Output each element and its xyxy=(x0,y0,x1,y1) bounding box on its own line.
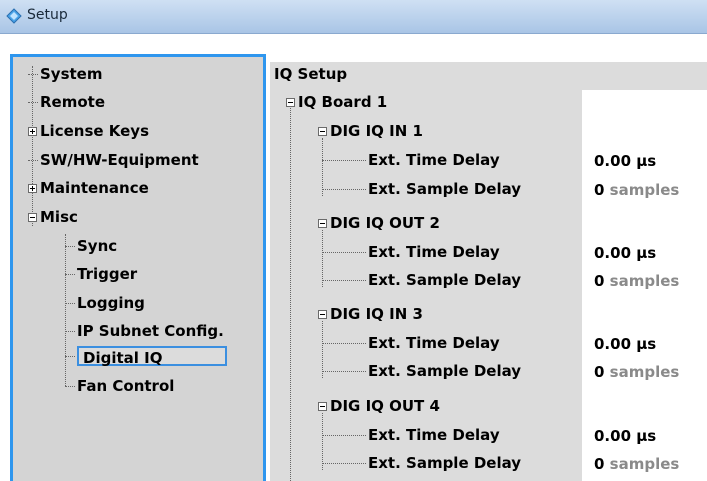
tree-node-label: DIG IQ OUT 2 xyxy=(330,214,440,232)
param-label: Ext. Sample Delay xyxy=(368,180,522,198)
sidebar-item-sw-hw-equipment[interactable]: SW/HW-Equipment xyxy=(28,148,199,172)
setup-icon xyxy=(6,8,22,24)
sidebar-item-label: Misc xyxy=(40,208,78,226)
param-row[interactable]: Ext. Time Delay xyxy=(322,423,500,447)
collapse-minus-icon[interactable] xyxy=(318,126,327,136)
sidebar-item-label: Digital IQ xyxy=(77,346,227,367)
sample-delay-value[interactable]: 0 samples xyxy=(594,272,679,290)
param-label: Ext. Time Delay xyxy=(368,151,500,169)
sidebar-item-label: Maintenance xyxy=(40,179,149,197)
sidebar-item-remote[interactable]: Remote xyxy=(28,90,105,114)
unit-label: samples xyxy=(609,363,680,381)
unit-label: samples xyxy=(609,181,680,199)
param-row[interactable]: Ext. Time Delay xyxy=(322,240,500,264)
sidebar-item-system[interactable]: System xyxy=(28,62,102,86)
tree-node-iq-board[interactable]: IQ Board 1 xyxy=(286,90,387,114)
tree-node-group[interactable]: DIG IQ OUT 2 xyxy=(318,211,440,235)
tree-node-group[interactable]: DIG IQ IN 1 xyxy=(318,119,423,143)
sample-delay-value[interactable]: 0 samples xyxy=(594,455,679,473)
collapse-minus-icon[interactable] xyxy=(286,97,295,107)
time-delay-value[interactable]: 0.00 µs xyxy=(594,152,656,170)
title-bar: Setup xyxy=(0,0,707,34)
sidebar-item-license-keys[interactable]: License Keys xyxy=(28,119,149,143)
unit-label: samples xyxy=(609,455,680,473)
param-row[interactable]: Ext. Sample Delay xyxy=(322,451,521,475)
sidebar-item-sync[interactable]: Sync xyxy=(65,234,117,258)
time-delay-value[interactable]: 0.00 µs xyxy=(594,427,656,445)
sidebar-item-logging[interactable]: Logging xyxy=(65,291,145,315)
sidebar-item-label: IP Subnet Config. xyxy=(77,322,224,340)
param-label: Ext. Time Delay xyxy=(368,243,500,261)
collapse-minus-icon[interactable] xyxy=(28,212,37,222)
sidebar-item-misc[interactable]: Misc xyxy=(28,205,78,229)
sidebar-item-ip-subnet-config[interactable]: IP Subnet Config. xyxy=(65,319,224,343)
param-label: Ext. Time Delay xyxy=(368,334,500,352)
sidebar-item-label: Logging xyxy=(77,294,145,312)
tree-connector xyxy=(290,108,291,481)
param-label: Ext. Sample Delay xyxy=(368,454,522,472)
sidebar-item-label: Trigger xyxy=(77,265,138,283)
unit-label: samples xyxy=(609,272,680,290)
param-label: Ext. Sample Delay xyxy=(368,271,522,289)
param-row[interactable]: Ext. Sample Delay xyxy=(322,268,521,292)
sidebar-item-label: License Keys xyxy=(40,122,150,140)
collapse-minus-icon[interactable] xyxy=(318,401,327,411)
param-label: Ext. Time Delay xyxy=(368,426,500,444)
expand-plus-icon[interactable] xyxy=(28,183,37,193)
sidebar-item-maintenance[interactable]: Maintenance xyxy=(28,176,149,200)
sidebar-item-trigger[interactable]: Trigger xyxy=(65,262,137,286)
tree-node-label: DIG IQ IN 1 xyxy=(330,122,423,140)
sidebar-item-label: SW/HW-Equipment xyxy=(40,151,199,169)
page-title: IQ Setup xyxy=(274,65,348,83)
tree-node-group[interactable]: DIG IQ OUT 4 xyxy=(318,394,440,418)
sidebar-item-label: Sync xyxy=(77,237,118,255)
time-delay-value[interactable]: 0.00 µs xyxy=(594,244,656,262)
param-row[interactable]: Ext. Sample Delay xyxy=(322,177,521,201)
sidebar-item-label: Fan Control xyxy=(77,377,175,395)
tree-node-label: IQ Board 1 xyxy=(298,93,388,111)
collapse-minus-icon[interactable] xyxy=(318,309,327,319)
window-title: Setup xyxy=(27,7,68,23)
sidebar-item-fan-control[interactable]: Fan Control xyxy=(65,374,174,398)
sample-delay-value[interactable]: 0 samples xyxy=(594,363,679,381)
sidebar-item-label: System xyxy=(40,65,103,83)
param-label: Ext. Sample Delay xyxy=(368,362,522,380)
param-row[interactable]: Ext. Time Delay xyxy=(322,148,500,172)
param-row[interactable]: Ext. Time Delay xyxy=(322,331,500,355)
time-delay-value[interactable]: 0.00 µs xyxy=(594,335,656,353)
tree-node-label: DIG IQ OUT 4 xyxy=(330,397,440,415)
param-row[interactable]: Ext. Sample Delay xyxy=(322,359,521,383)
sample-delay-value[interactable]: 0 samples xyxy=(594,181,679,199)
sidebar-item-digital-iq[interactable]: Digital IQ xyxy=(65,344,227,368)
tree-node-group[interactable]: DIG IQ IN 3 xyxy=(318,302,423,326)
expand-plus-icon[interactable] xyxy=(28,126,37,136)
sidebar-item-label: Remote xyxy=(40,93,106,111)
tree-node-label: DIG IQ IN 3 xyxy=(330,305,423,323)
collapse-minus-icon[interactable] xyxy=(318,218,327,228)
